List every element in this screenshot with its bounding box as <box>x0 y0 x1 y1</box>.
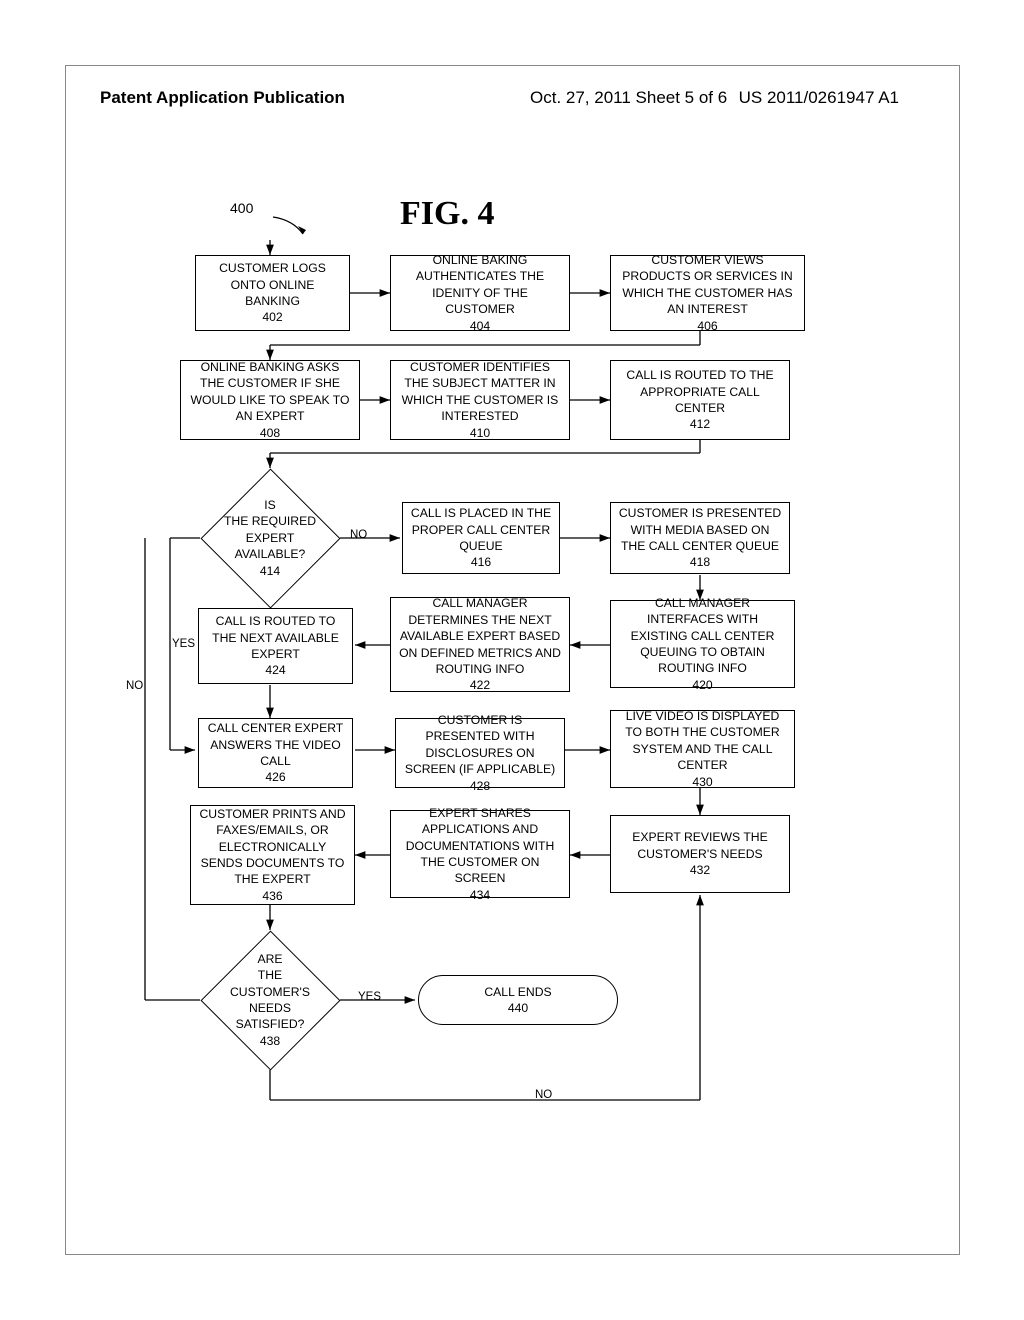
box-430: LIVE VIDEO IS DISPLAYED TO BOTH THE CUST… <box>610 710 795 788</box>
box-420: CALL MANAGER INTERFACES WITH EXISTING CA… <box>610 600 795 688</box>
flowchart-diagram: CUSTOMER LOGS ONTO ONLINE BANKING402 ONL… <box>140 240 890 1170</box>
figure-title: FIG. 4 <box>400 195 494 233</box>
box-434: EXPERT SHARES APPLICATIONS AND DOCUMENTA… <box>390 810 570 898</box>
box-406: CUSTOMER VIEWS PRODUCTS OR SERVICES IN W… <box>610 255 805 331</box>
box-408: ONLINE BANKING ASKS THE CUSTOMER IF SHE … <box>180 360 360 440</box>
label-no-414: NO <box>350 529 367 541</box>
terminator-440: CALL ENDS440 <box>418 975 618 1025</box>
ref-arrow-icon <box>268 212 308 242</box>
box-436: CUSTOMER PRINTS AND FAXES/EMAILS, OR ELE… <box>190 805 355 905</box>
label-yes-438: YES <box>358 991 381 1003</box>
box-432: EXPERT REVIEWS THE CUSTOMER'S NEEDS432 <box>610 815 790 893</box>
box-404: ONLINE BAKING AUTHENTICATES THE IDENITY … <box>390 255 570 331</box>
figure-ref-400: 400 <box>230 200 253 216</box>
patent-page: Patent Application Publication Oct. 27, … <box>0 0 1024 1320</box>
header-right: US 2011/0261947 A1 <box>739 88 899 108</box>
header-mid: Oct. 27, 2011 Sheet 5 of 6 <box>530 88 727 108</box>
header-left: Patent Application Publication <box>100 88 345 108</box>
box-418: CUSTOMER IS PRESENTED WITH MEDIA BASED O… <box>610 502 790 574</box>
page-header: Patent Application Publication Oct. 27, … <box>100 88 964 108</box>
decision-414: ISTHE REQUIREDEXPERTAVAILABLE?414 <box>200 468 340 608</box>
box-424: CALL IS ROUTED TO THE NEXT AVAILABLE EXP… <box>198 608 353 684</box>
decision-438: ARETHECUSTOMER'SNEEDSSATISFIED?438 <box>200 930 340 1070</box>
label-no-438: NO <box>535 1089 552 1101</box>
label-yes-414: YES <box>172 638 195 650</box>
box-412: CALL IS ROUTED TO THE APPROPRIATE CALL C… <box>610 360 790 440</box>
box-402: CUSTOMER LOGS ONTO ONLINE BANKING402 <box>195 255 350 331</box>
box-410: CUSTOMER IDENTIFIES THE SUBJECT MATTER I… <box>390 360 570 440</box>
label-no-left: NO <box>126 680 143 692</box>
box-428: CUSTOMER IS PRESENTED WITH DISCLOSURES O… <box>395 718 565 788</box>
box-416: CALL IS PLACED IN THE PROPER CALL CENTER… <box>402 502 560 574</box>
box-422: CALL MANAGER DETERMINES THE NEXT AVAILAB… <box>390 597 570 692</box>
box-426: CALL CENTER EXPERT ANSWERS THE VIDEO CAL… <box>198 718 353 788</box>
